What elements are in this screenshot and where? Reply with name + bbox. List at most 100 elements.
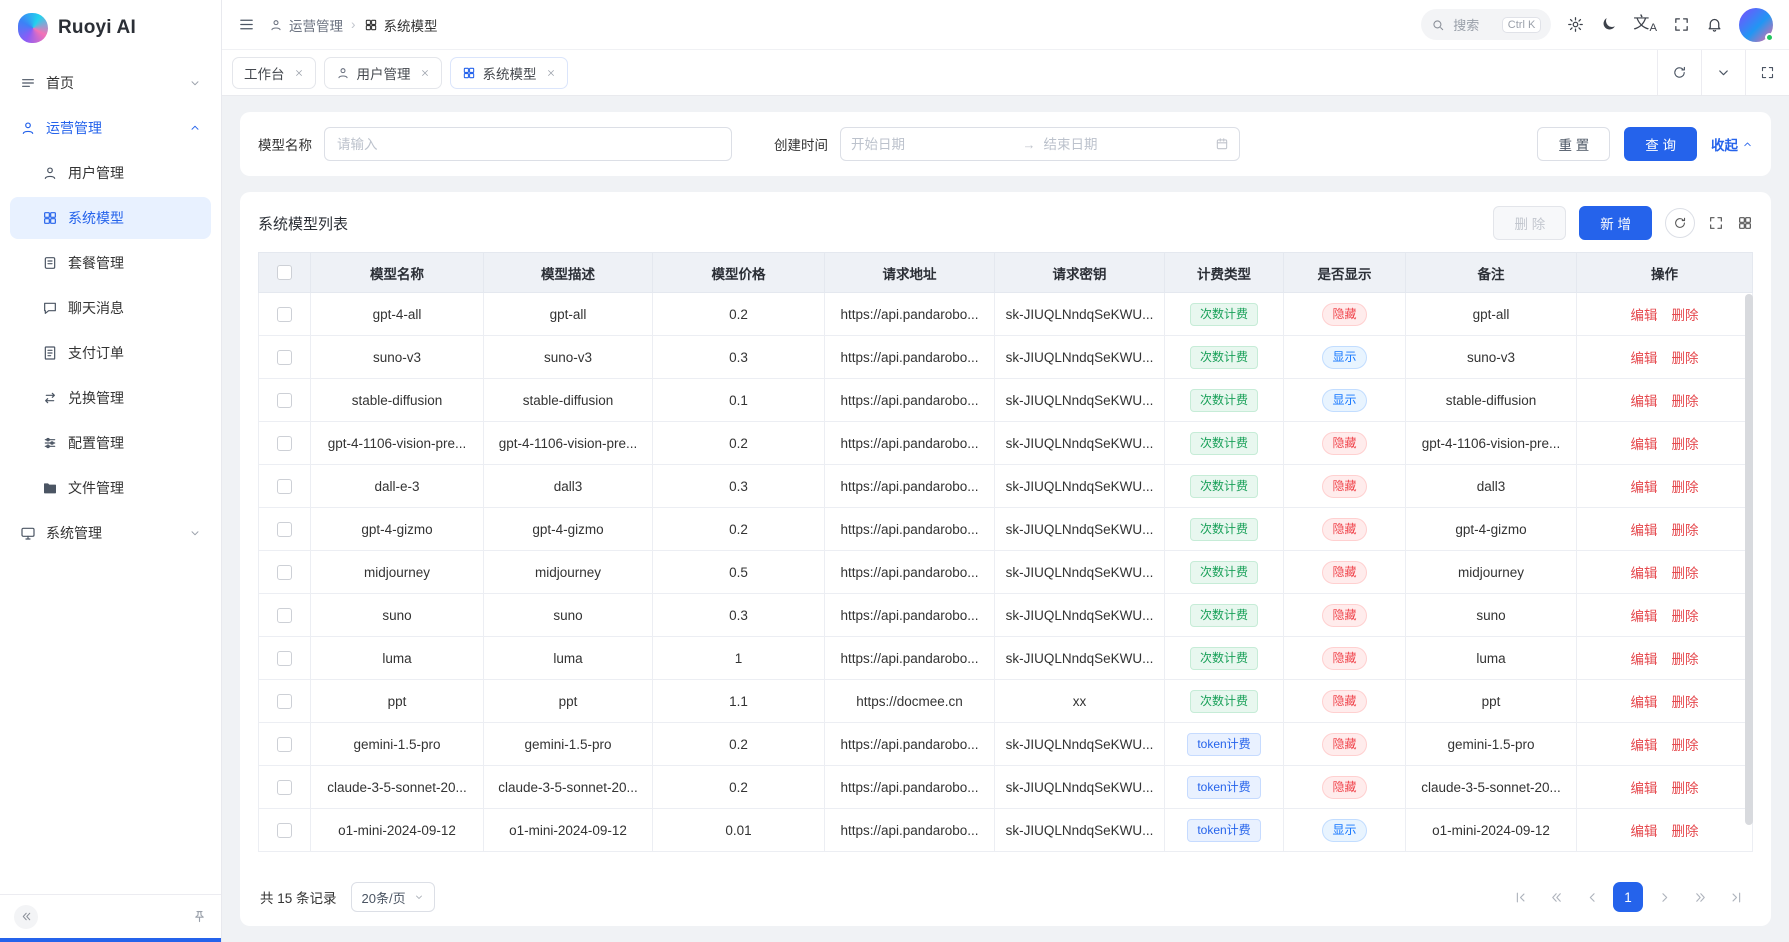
breadcrumb-item-operations[interactable]: 运营管理 (269, 15, 343, 35)
refresh-table-button[interactable] (1665, 208, 1695, 238)
cell-remark: luma (1406, 637, 1577, 680)
edit-link[interactable]: 编辑 (1631, 652, 1658, 667)
sidebar-item-0[interactable]: 首页 (10, 62, 211, 104)
fullscreen-icon[interactable] (1673, 16, 1690, 33)
edit-link[interactable]: 编辑 (1631, 308, 1658, 323)
add-button[interactable]: 新 增 (1579, 206, 1652, 240)
settings-icon[interactable] (1567, 16, 1584, 33)
date-range-picker[interactable]: → (840, 127, 1240, 161)
delete-link[interactable]: 删除 (1672, 695, 1699, 710)
delete-link[interactable]: 删除 (1672, 394, 1699, 409)
page-size-select[interactable]: 20条/页 (351, 882, 435, 912)
end-date-input[interactable] (1044, 137, 1208, 152)
jump-forward-button[interactable] (1685, 882, 1715, 912)
edit-link[interactable]: 编辑 (1631, 781, 1658, 796)
jump-back-button[interactable] (1541, 882, 1571, 912)
edit-link[interactable]: 编辑 (1631, 351, 1658, 366)
search-button[interactable]: 查 询 (1624, 127, 1697, 161)
delete-link[interactable]: 删除 (1672, 566, 1699, 581)
edit-link[interactable]: 编辑 (1631, 523, 1658, 538)
notification-bell-icon[interactable] (1706, 16, 1723, 33)
row-checkbox[interactable] (277, 436, 292, 451)
cell-model-name: ppt (311, 680, 484, 723)
model-name-input[interactable] (324, 127, 732, 161)
row-checkbox[interactable] (277, 307, 292, 322)
row-checkbox-cell (259, 680, 311, 723)
refresh-tab-button[interactable] (1657, 50, 1701, 95)
select-all-checkbox[interactable] (277, 265, 292, 280)
edit-link[interactable]: 编辑 (1631, 738, 1658, 753)
delete-link[interactable]: 删除 (1672, 308, 1699, 323)
first-page-button[interactable] (1505, 882, 1535, 912)
row-checkbox[interactable] (277, 694, 292, 709)
sidebar-item-2[interactable]: 用户管理 (10, 152, 211, 194)
row-checkbox[interactable] (277, 350, 292, 365)
delete-link[interactable]: 删除 (1672, 609, 1699, 624)
delete-link[interactable]: 删除 (1672, 738, 1699, 753)
row-checkbox[interactable] (277, 565, 292, 580)
global-search[interactable]: 搜索 Ctrl K (1421, 9, 1551, 40)
filter-panel: 模型名称 创建时间 → 重 置 查 询 收起 (240, 112, 1771, 176)
breadcrumb-item-system-model[interactable]: 系统模型 (364, 15, 438, 35)
delete-link[interactable]: 删除 (1672, 824, 1699, 839)
last-page-button[interactable] (1721, 882, 1751, 912)
delete-link[interactable]: 删除 (1672, 523, 1699, 538)
collapse-filter-link[interactable]: 收起 (1711, 134, 1753, 154)
edit-link[interactable]: 编辑 (1631, 480, 1658, 495)
sidebar-item-6[interactable]: 支付订单 (10, 332, 211, 374)
maximize-content-button[interactable] (1745, 50, 1789, 95)
delete-button[interactable]: 删 除 (1493, 206, 1566, 240)
edit-link[interactable]: 编辑 (1631, 824, 1658, 839)
prev-page-button[interactable] (1577, 882, 1607, 912)
sidebar-item-3[interactable]: 系统模型 (10, 197, 211, 239)
row-checkbox[interactable] (277, 608, 292, 623)
tab-0[interactable]: 工作台 (232, 57, 316, 89)
sidebar-item-10[interactable]: 系统管理 (10, 512, 211, 554)
delete-link[interactable]: 删除 (1672, 437, 1699, 452)
next-page-button[interactable] (1649, 882, 1679, 912)
tab-1[interactable]: 用户管理 (324, 57, 442, 89)
logo[interactable]: Ruoyi AI (0, 0, 221, 56)
sidebar-item-7[interactable]: 兑换管理 (10, 377, 211, 419)
hamburger-menu-button[interactable] (238, 16, 255, 33)
sidebar-item-4[interactable]: 套餐管理 (10, 242, 211, 284)
sidebar-item-8[interactable]: 配置管理 (10, 422, 211, 464)
user-avatar[interactable] (1739, 8, 1773, 42)
start-date-input[interactable] (851, 137, 1015, 152)
dark-mode-icon[interactable] (1600, 16, 1617, 33)
tab-options-dropdown[interactable] (1701, 50, 1745, 95)
edit-link[interactable]: 编辑 (1631, 566, 1658, 581)
language-icon[interactable]: 文A (1633, 15, 1657, 34)
row-checkbox[interactable] (277, 737, 292, 752)
sidebar-item-9[interactable]: 文件管理 (10, 467, 211, 509)
delete-link[interactable]: 删除 (1672, 351, 1699, 366)
column-settings-button[interactable] (1737, 215, 1753, 231)
fullscreen-table-button[interactable] (1708, 215, 1724, 231)
cell-model-name: gpt-4-all (311, 293, 484, 336)
close-tab-icon[interactable] (546, 68, 556, 78)
reset-button[interactable]: 重 置 (1537, 127, 1610, 161)
row-checkbox[interactable] (277, 522, 292, 537)
edit-link[interactable]: 编辑 (1631, 394, 1658, 409)
pin-icon[interactable] (192, 909, 207, 924)
delete-link[interactable]: 删除 (1672, 480, 1699, 495)
delete-link[interactable]: 删除 (1672, 781, 1699, 796)
sidebar-collapse-button[interactable] (14, 905, 38, 929)
row-checkbox[interactable] (277, 823, 292, 838)
row-checkbox[interactable] (277, 651, 292, 666)
sidebar-item-1[interactable]: 运营管理 (10, 107, 211, 149)
tab-2[interactable]: 系统模型 (450, 57, 568, 89)
close-tab-icon[interactable] (420, 68, 430, 78)
close-tab-icon[interactable] (294, 68, 304, 78)
row-checkbox-cell (259, 723, 311, 766)
edit-link[interactable]: 编辑 (1631, 695, 1658, 710)
delete-link[interactable]: 删除 (1672, 652, 1699, 667)
current-page-button[interactable]: 1 (1613, 882, 1643, 912)
edit-link[interactable]: 编辑 (1631, 437, 1658, 452)
edit-link[interactable]: 编辑 (1631, 609, 1658, 624)
row-checkbox[interactable] (277, 393, 292, 408)
row-checkbox[interactable] (277, 479, 292, 494)
vertical-scrollbar[interactable] (1745, 294, 1753, 825)
row-checkbox[interactable] (277, 780, 292, 795)
sidebar-item-5[interactable]: 聊天消息 (10, 287, 211, 329)
